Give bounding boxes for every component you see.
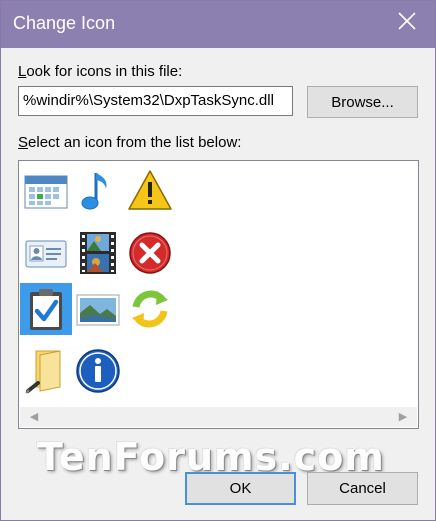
scroll-right-icon[interactable]: ▶ <box>397 411 409 423</box>
icon-item-calendar[interactable] <box>20 165 72 217</box>
clipboard-check-icon <box>30 289 62 330</box>
icon-item-info[interactable] <box>72 345 124 397</box>
calendar-icon <box>24 175 68 209</box>
warning-icon <box>128 170 172 210</box>
horizontal-scrollbar[interactable]: ◀ ▶ <box>20 407 417 427</box>
dialog-title: Change Icon <box>13 13 116 33</box>
error-x-icon <box>129 232 171 274</box>
icon-item-folder[interactable] <box>20 345 72 397</box>
sync-arrows-icon <box>132 290 168 328</box>
video-film-icon <box>80 232 116 274</box>
scroll-left-icon[interactable]: ◀ <box>28 411 40 423</box>
icon-item-contact[interactable] <box>20 227 72 279</box>
look-label-text: ook for icons in this file: <box>26 63 183 80</box>
contact-card-icon <box>25 240 67 268</box>
music-note-icon <box>81 173 107 210</box>
cancel-button[interactable]: Cancel <box>307 472 418 505</box>
icon-item-music[interactable] <box>72 165 124 217</box>
folder-pen-icon <box>25 350 61 394</box>
select-label-text: elect an icon from the list below: <box>28 134 242 151</box>
icon-item-warning[interactable] <box>124 165 176 217</box>
browse-button[interactable]: Browse... <box>307 86 418 118</box>
close-button[interactable] <box>387 3 427 41</box>
icon-item-picture[interactable] <box>72 283 124 335</box>
info-icon <box>76 349 120 393</box>
select-icon-label: Select an icon from the list below: <box>18 134 241 151</box>
ok-button[interactable]: OK <box>185 472 296 505</box>
landscape-picture-icon <box>76 294 120 326</box>
icon-file-path-field[interactable]: %windir%\System32\DxpTaskSync.dll <box>18 86 293 116</box>
icon-item-sync[interactable] <box>124 283 176 335</box>
icon-item-video[interactable] <box>72 227 124 279</box>
title-bar: Change Icon <box>1 1 435 48</box>
icon-list[interactable]: ◀ ▶ <box>18 160 419 429</box>
close-icon <box>398 12 416 30</box>
icon-item-error[interactable] <box>124 227 176 279</box>
select-label-accelerator: S <box>18 134 29 151</box>
icon-item-clipboard[interactable] <box>20 283 72 335</box>
icon-file-path-value: %windir%\System32\DxpTaskSync.dll <box>23 92 274 109</box>
change-icon-dialog: Change Icon Look for icons in this file:… <box>0 0 436 521</box>
look-for-icons-label: Look for icons in this file: <box>18 63 182 80</box>
